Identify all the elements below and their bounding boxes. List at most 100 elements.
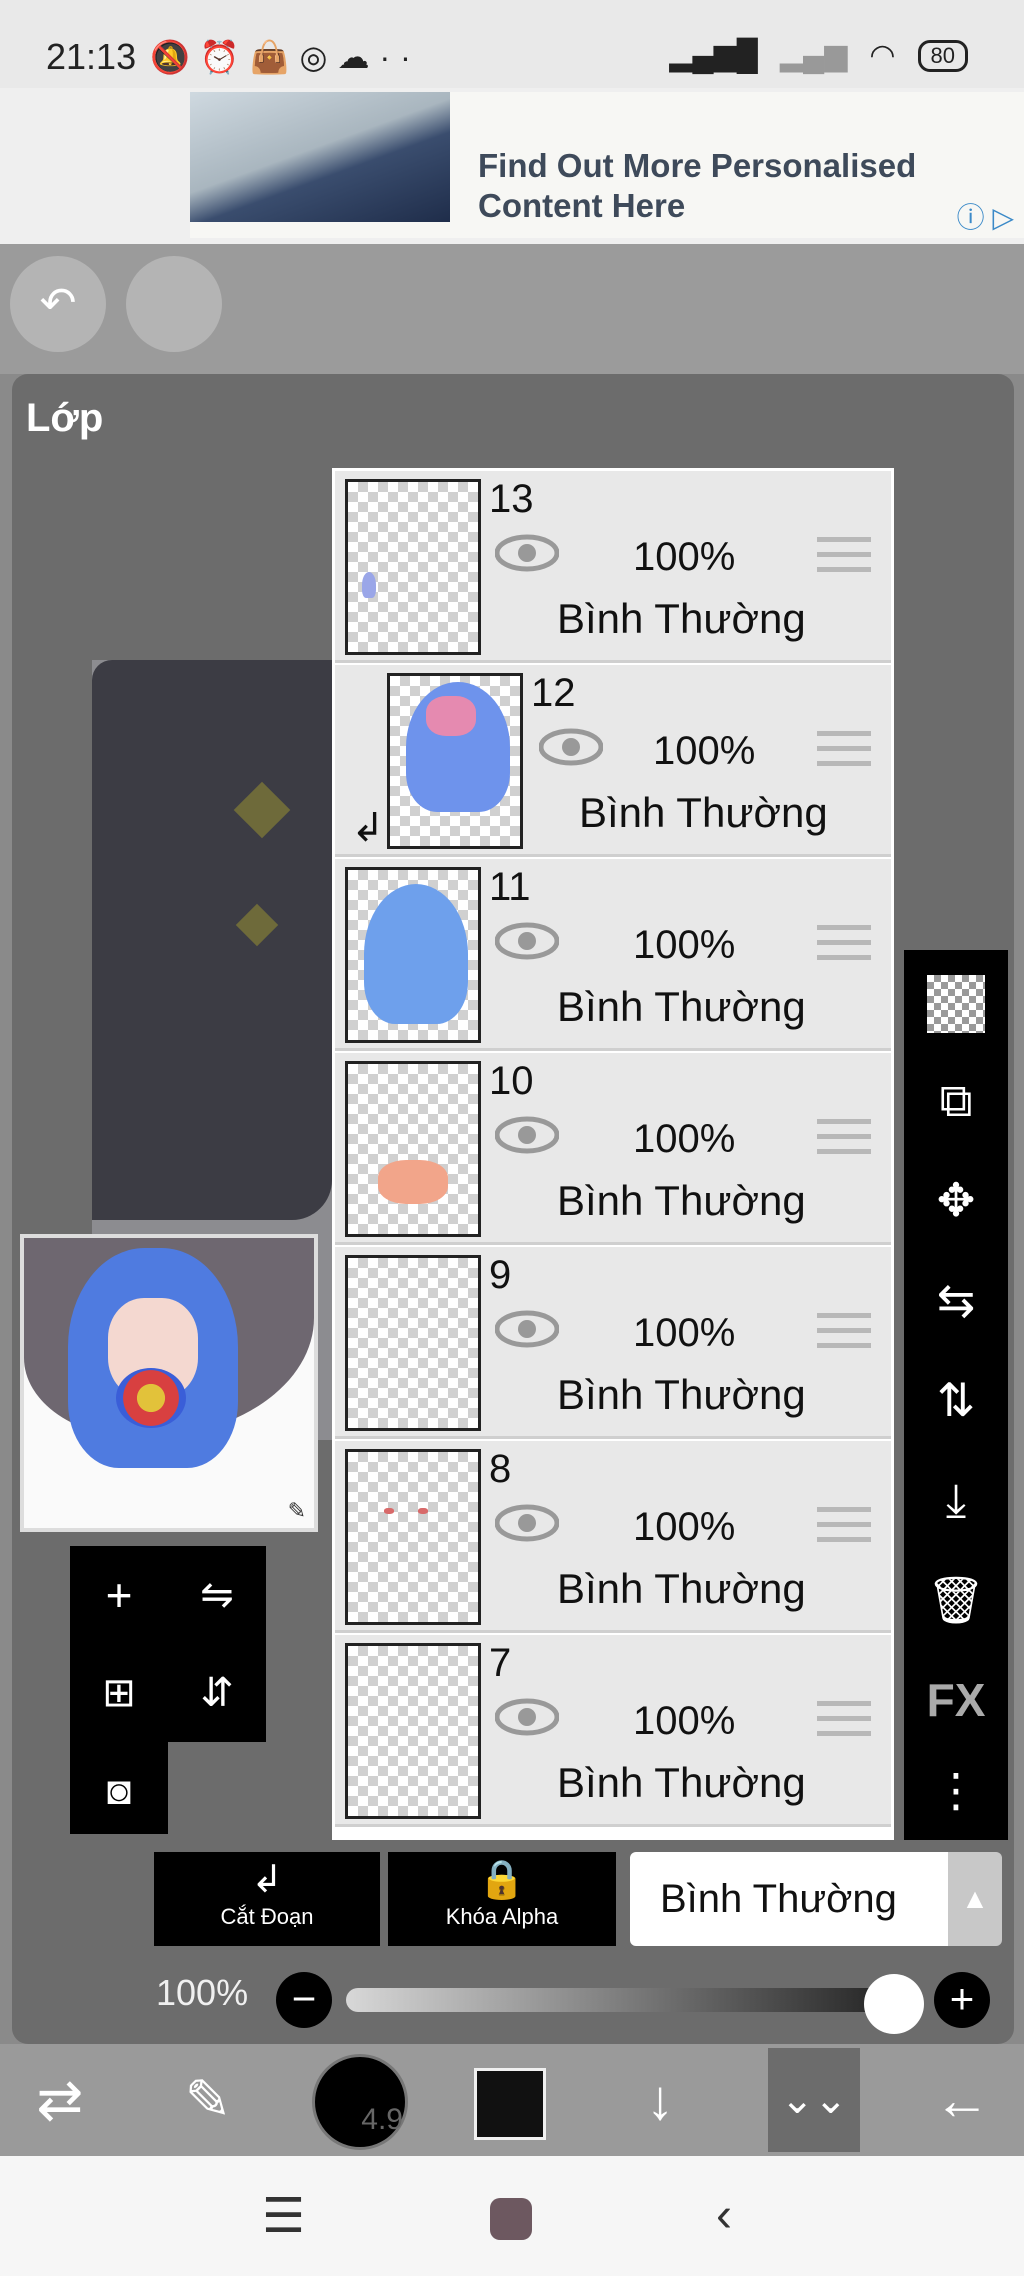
- layer-panel: Lớp ✎ + ⇋ ⊞ ⇵ ◙ 13 100% Bình Thường ↲ 12…: [12, 374, 1014, 2044]
- delete-icon[interactable]: 🗑: [904, 1550, 1008, 1650]
- app-bar: ↶: [0, 244, 1024, 374]
- clipping-button[interactable]: ↲ Cắt Đoạn: [154, 1852, 380, 1946]
- wifi-icon: ◠: [869, 39, 896, 72]
- bottom-toolbar: ⇄ ✎ 4.9 ↓ ⌄⌄ ←: [0, 2044, 1024, 2156]
- drag-handle-icon[interactable]: [817, 1701, 871, 1737]
- drag-handle-icon[interactable]: [817, 537, 871, 573]
- flip-horizontal-icon[interactable]: ⇋: [168, 1546, 266, 1644]
- recent-apps-icon[interactable]: ☰: [262, 2188, 305, 2244]
- layer-opacity: 100%: [633, 1311, 736, 1355]
- flip-vertical-rotate-icon[interactable]: ⇅: [904, 1350, 1008, 1450]
- blend-mode-select[interactable]: Bình Thường: [630, 1852, 948, 1946]
- ad-info-icon[interactable]: ⓘ ▷: [957, 196, 1014, 236]
- layer-row[interactable]: 10 100% Bình Thường: [335, 1053, 891, 1245]
- layer-row[interactable]: 11 100% Bình Thường: [335, 859, 891, 1051]
- signal-icon: ▂▄▆█: [669, 39, 758, 72]
- add-layer-button[interactable]: +: [70, 1546, 168, 1644]
- merge-down-icon[interactable]: ⤓: [904, 1450, 1008, 1550]
- opacity-label: 100%: [156, 1972, 249, 2013]
- layer-thumbnail: [387, 673, 523, 849]
- eye-icon[interactable]: [495, 1115, 559, 1155]
- eye-icon[interactable]: [495, 1697, 559, 1737]
- layer-blend-mode: Bình Thường: [557, 1565, 806, 1612]
- layer-thumbnail: [345, 1061, 481, 1237]
- layers-collapse-icon[interactable]: ⌄⌄: [766, 2054, 862, 2146]
- color-swatch-button[interactable]: [474, 2068, 546, 2140]
- back-icon[interactable]: ‹: [716, 2188, 732, 2243]
- ad-headline[interactable]: Find Out More Personalised Content Here: [478, 146, 916, 226]
- drag-handle-icon[interactable]: [817, 925, 871, 961]
- layer-blend-mode: Bình Thường: [557, 1371, 806, 1418]
- layer-blend-mode: Bình Thường: [557, 1759, 806, 1806]
- layer-right-toolbar: ⧉ ✥ ⇆ ⇅ ⤓ 🗑 FX ⋮: [904, 950, 1008, 1840]
- eye-icon[interactable]: [495, 1503, 559, 1543]
- ad-banner[interactable]: Find Out More Personalised Content Here …: [190, 92, 1024, 238]
- alpha-lock-button[interactable]: 🔒 Khóa Alpha: [388, 1852, 616, 1946]
- select-swap-icon[interactable]: ⧉: [904, 1050, 1008, 1150]
- layer-number: 11: [489, 865, 531, 909]
- flip-horizontal-rotate-icon[interactable]: ⇆: [904, 1250, 1008, 1350]
- status-time: 21:13: [46, 36, 137, 77]
- layer-thumbnail: [345, 479, 481, 655]
- opacity-decrease-button[interactable]: −: [276, 1972, 332, 2028]
- drag-handle-icon[interactable]: [817, 1119, 871, 1155]
- tool-switch-icon[interactable]: ⇄: [12, 2054, 108, 2146]
- layer-thumbnail: [345, 867, 481, 1043]
- flip-vertical-icon[interactable]: ⇵: [168, 1644, 266, 1742]
- layer-blend-mode: Bình Thường: [579, 789, 828, 836]
- eye-icon[interactable]: [495, 533, 559, 573]
- transparent-fill-icon[interactable]: [904, 950, 1008, 1050]
- layer-opacity: 100%: [653, 729, 756, 773]
- more-vertical-icon[interactable]: ⋮: [904, 1740, 1008, 1840]
- back-arrow-icon[interactable]: ←: [914, 2054, 1010, 2146]
- ad-image: [190, 92, 450, 222]
- drag-handle-icon[interactable]: [817, 1507, 871, 1543]
- ad-banner-area: Find Out More Personalised Content Here …: [0, 88, 1024, 244]
- layer-thumbnail: [345, 1255, 481, 1431]
- layer-number: 13: [489, 477, 534, 521]
- eye-icon[interactable]: [539, 727, 603, 767]
- battery-indicator: 80: [917, 39, 968, 72]
- layers-list: 13 100% Bình Thường ↲ 12 100% Bình Thườn…: [332, 468, 894, 1840]
- layer-number: 12: [531, 671, 576, 715]
- drag-handle-icon[interactable]: [817, 731, 871, 767]
- layer-number: 10: [489, 1059, 534, 1103]
- redo-button[interactable]: [126, 256, 222, 352]
- status-right: ▂▄▆█ ▂▄▆ ◠ 80: [669, 38, 968, 73]
- fx-button[interactable]: FX: [904, 1650, 1008, 1750]
- layer-row[interactable]: 13 100% Bình Thường: [335, 471, 891, 663]
- brush-size-value: 4.9: [361, 2103, 403, 2136]
- move-icon[interactable]: ✥: [904, 1150, 1008, 1250]
- layer-tool-grid: + ⇋ ⊞ ⇵ ◙: [70, 1546, 268, 1834]
- brush-icon[interactable]: ✎: [160, 2054, 256, 2146]
- layer-row[interactable]: 7 100% Bình Thường: [335, 1635, 891, 1827]
- eye-icon[interactable]: [495, 921, 559, 961]
- blend-mode-dropdown-icon[interactable]: ▲: [948, 1852, 1002, 1946]
- home-icon[interactable]: [490, 2198, 532, 2240]
- layer-opacity: 100%: [633, 535, 736, 579]
- layer-opacity: 100%: [633, 1699, 736, 1743]
- brush-size-button[interactable]: 4.9: [312, 2054, 408, 2150]
- signature-mark: ✎: [287, 1498, 306, 1523]
- layer-number: 8: [489, 1447, 512, 1491]
- artwork-thumbnail[interactable]: ✎: [20, 1234, 318, 1532]
- camera-icon[interactable]: ◙: [70, 1742, 168, 1834]
- add-special-layer-button[interactable]: ⊞: [70, 1644, 168, 1742]
- eye-icon[interactable]: [495, 1309, 559, 1349]
- opacity-slider-knob[interactable]: [864, 1974, 924, 2034]
- layer-opacity: 100%: [633, 1505, 736, 1549]
- arrow-down-icon[interactable]: ↓: [612, 2054, 708, 2146]
- drag-handle-icon[interactable]: [817, 1313, 871, 1349]
- panel-title: Lớp: [26, 396, 104, 440]
- opacity-slider[interactable]: [346, 1988, 916, 2012]
- layer-blend-mode: Bình Thường: [557, 983, 806, 1030]
- opacity-increase-button[interactable]: +: [934, 1972, 990, 2028]
- layer-blend-mode: Bình Thường: [557, 595, 806, 642]
- layer-row[interactable]: 8 100% Bình Thường: [335, 1441, 891, 1633]
- layer-thumbnail: [345, 1449, 481, 1625]
- layer-number: 9: [489, 1253, 512, 1297]
- layer-blend-mode: Bình Thường: [557, 1177, 806, 1224]
- layer-row[interactable]: ↲ 12 100% Bình Thường: [335, 665, 891, 857]
- undo-button[interactable]: ↶: [10, 256, 106, 352]
- layer-row[interactable]: 9 100% Bình Thường: [335, 1247, 891, 1439]
